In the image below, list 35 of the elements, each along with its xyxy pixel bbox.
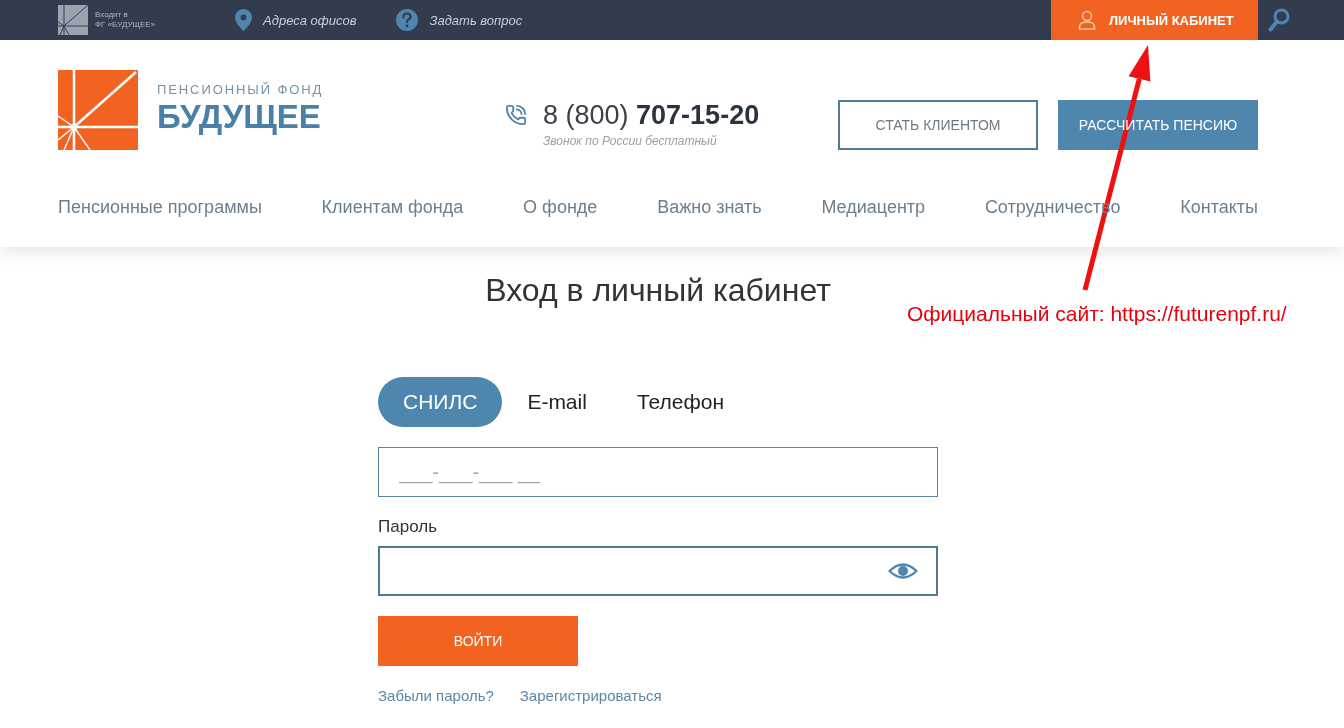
group-caption: Входит в ФГ «БУДУЩЕЕ» bbox=[95, 10, 156, 30]
logo-icon bbox=[58, 70, 138, 150]
map-pin-icon bbox=[235, 9, 253, 31]
phone-number: 8 (800) 707-15-20 bbox=[543, 100, 760, 130]
nav-link[interactable]: Медиацентр bbox=[821, 196, 926, 218]
page-title: Вход в личный кабинет bbox=[485, 271, 831, 310]
password-label: Пароль bbox=[378, 516, 437, 538]
nav-link[interactable]: Важно знать bbox=[657, 196, 762, 218]
phone-note: Звонок по России бесплатный bbox=[543, 134, 718, 148]
search-icon bbox=[1268, 8, 1290, 32]
logo-tagline: ПЕНСИОННЫЙ ФОНД bbox=[157, 82, 324, 98]
login-tab[interactable]: СНИЛС bbox=[378, 377, 503, 427]
top-bar-link[interactable]: Задать вопрос bbox=[396, 9, 523, 31]
form-link[interactable]: Забыли пароль? bbox=[378, 686, 494, 706]
nav-link[interactable]: Пенсионные программы bbox=[58, 196, 262, 218]
logo-name: БУДУЩЕЕ bbox=[157, 98, 322, 136]
nav-link[interactable]: Контакты bbox=[1180, 196, 1258, 218]
eye-icon[interactable] bbox=[888, 561, 918, 581]
login-tab[interactable]: Телефон bbox=[611, 377, 749, 427]
group-logo-icon bbox=[58, 5, 88, 35]
nav-link[interactable]: О фонде bbox=[523, 196, 598, 218]
annotation-text: Официальный сайт: https://futurenpf.ru/ bbox=[907, 302, 1287, 326]
account-button[interactable]: ЛИЧНЫЙ КАБИНЕТ bbox=[1051, 0, 1258, 40]
password-field[interactable] bbox=[378, 546, 938, 596]
join-button[interactable]: СТАТЬ КЛИЕНТОМ bbox=[838, 100, 1038, 150]
nav-link[interactable]: Клиентам фонда bbox=[321, 196, 464, 218]
snils-field[interactable]: ___-___-___ __ bbox=[378, 447, 938, 497]
user-icon bbox=[1078, 10, 1096, 30]
login-tab[interactable]: E-mail bbox=[502, 377, 612, 427]
login-button[interactable]: ВОЙТИ bbox=[378, 616, 578, 666]
form-link[interactable]: Зарегистрироваться bbox=[519, 686, 662, 706]
search-button[interactable] bbox=[1268, 8, 1290, 32]
phone-icon bbox=[505, 104, 527, 126]
top-bar-link[interactable]: Адреса офисов bbox=[235, 9, 357, 31]
help-icon bbox=[396, 9, 419, 31]
